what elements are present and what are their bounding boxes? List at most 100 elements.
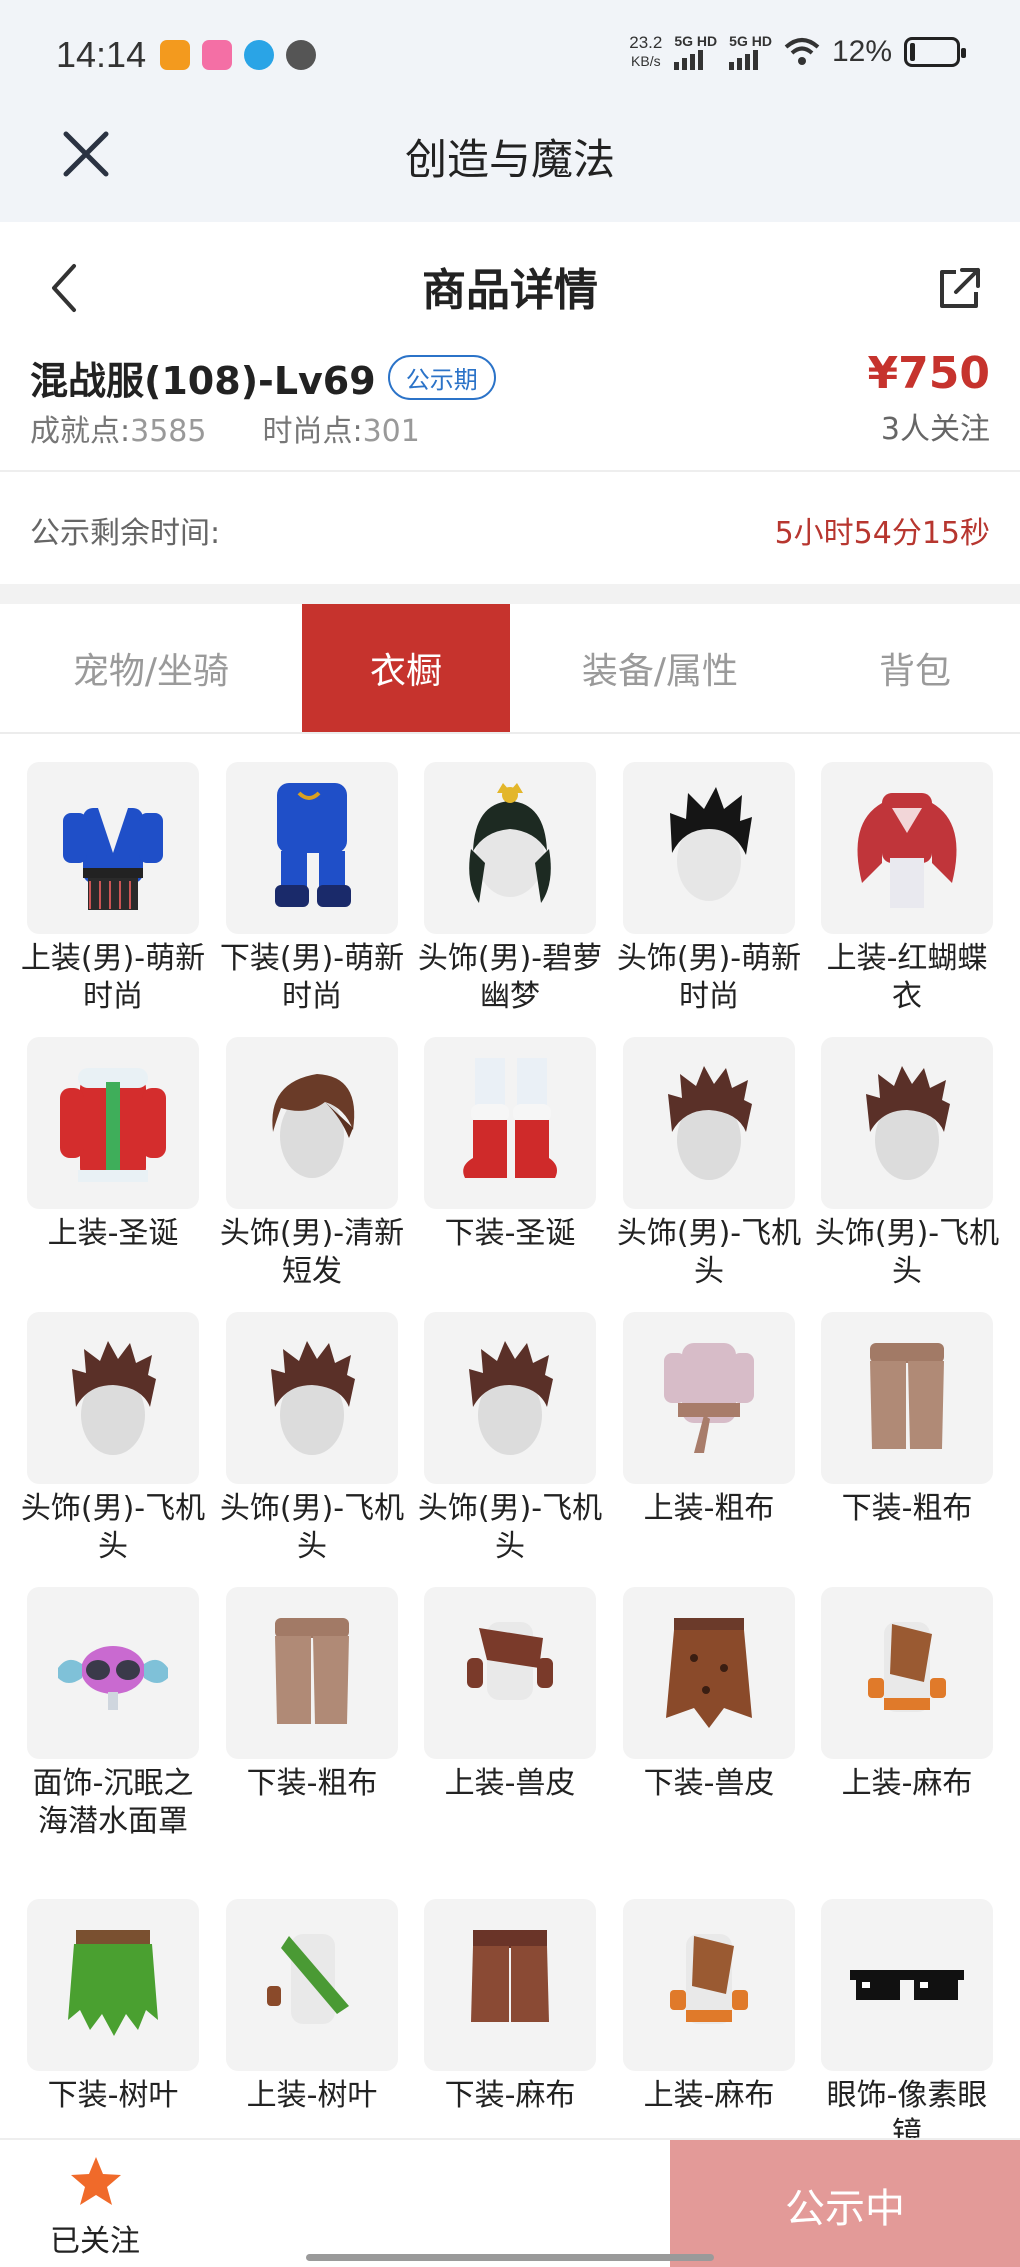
wardrobe-item[interactable]: 下装-粗布 <box>821 1312 993 1528</box>
bilibili-icon <box>202 40 232 70</box>
top-zone: 14:14 23.2 KB/s 5G HD 5G HD 12% 创造与魔法 <box>0 0 1020 222</box>
status-badge: 公示期 <box>387 355 496 400</box>
linen-shorts-icon <box>471 1930 549 2022</box>
wardrobe-item[interactable]: 头饰(男)-飞机头 <box>21 1312 205 1566</box>
pompadour-hair-icon <box>668 1066 752 1180</box>
sim2-signal: 5G HD <box>729 34 772 70</box>
tab-backpack[interactable]: 背包 <box>810 604 1020 732</box>
item-label: 头饰(男)-飞机头 <box>219 1491 405 1564</box>
item-thumbnail <box>623 1587 795 1759</box>
price: ¥750 <box>867 348 990 399</box>
wardrobe-item[interactable]: 下装-圣诞 <box>424 1037 596 1253</box>
wardrobe-item[interactable]: 头饰(男)-碧萝幽梦 <box>418 762 602 1016</box>
tab-equipment-attributes[interactable]: 装备/属性 <box>510 604 810 732</box>
net-speed-value: 23.2 <box>629 33 663 52</box>
wardrobe-item[interactable]: 上装-兽皮 <box>424 1587 596 1803</box>
message-icon <box>286 40 316 70</box>
fashion-points: 时尚点:301 <box>262 406 419 450</box>
sim1-label: 5G HD <box>674 33 718 49</box>
status-right: 23.2 KB/s 5G HD 5G HD 12% <box>629 33 966 70</box>
countdown-row: 公示剩余时间: 5小时54分15秒 <box>0 474 1020 584</box>
wardrobe-item[interactable]: 上装-圣诞 <box>27 1037 199 1253</box>
item-label: 上装-红蝴蝶衣 <box>826 941 988 1014</box>
wardrobe-item[interactable]: 头饰(男)-飞机头 <box>815 1037 999 1291</box>
wardrobe-item[interactable]: 头饰(男)-清新短发 <box>220 1037 404 1291</box>
item-thumbnail <box>821 1037 993 1209</box>
follow-button[interactable]: 已关注 <box>30 2154 160 2264</box>
wardrobe-item[interactable]: 面饰-沉眠之海潜水面罩 <box>27 1587 199 1841</box>
item-label: 上装-粗布 <box>643 1491 775 1526</box>
battery-icon <box>904 37 966 67</box>
christmas-boots-icon <box>463 1058 557 1178</box>
linen-top-icon <box>670 1934 748 2024</box>
item-label: 头饰(男)-碧萝幽梦 <box>417 941 603 1014</box>
item-label: 头饰(男)-飞机头 <box>417 1491 603 1564</box>
item-label: 上装-麻布 <box>841 1766 973 1801</box>
beast-hide-skirt-icon <box>666 1618 752 1728</box>
item-thumbnail <box>27 1312 199 1484</box>
app-header: 创造与魔法 <box>0 112 1020 222</box>
follow-label: 已关注 <box>50 2224 140 2259</box>
item-label: 面饰-沉眠之海潜水面罩 <box>32 1766 194 1839</box>
item-thumbnail <box>424 1037 596 1209</box>
leaf-skirt-icon <box>68 1930 158 2036</box>
item-label: 下装-树叶 <box>47 2078 179 2113</box>
countdown-value: 5小时54分15秒 <box>774 516 990 551</box>
tab-pets-mounts[interactable]: 宠物/坐骑 <box>0 604 302 732</box>
wardrobe-item[interactable]: 上装-麻布 <box>821 1587 993 1803</box>
wardrobe-item[interactable]: 头饰(男)-飞机头 <box>220 1312 404 1566</box>
wardrobe-item[interactable]: 上装(男)-萌新时尚 <box>21 762 205 1016</box>
wardrobe-item[interactable]: 头饰(男)-飞机头 <box>617 1037 801 1291</box>
tab-wardrobe[interactable]: 衣橱 <box>302 604 510 732</box>
product-stats: 成就点:3585 时尚点:301 <box>30 406 420 450</box>
product-info: 混战服(108)-Lv69 公示期 成就点:3585 时尚点:301 ¥750 … <box>0 342 1020 472</box>
wardrobe-item[interactable]: 上装-麻布 <box>623 1899 795 2115</box>
item-label: 下装-粗布 <box>841 1491 973 1526</box>
cloth-shorts-icon <box>275 1618 349 1724</box>
wardrobe-item[interactable]: 上装-粗布 <box>623 1312 795 1528</box>
product-name-row: 混战服(108)-Lv69 公示期 <box>30 350 496 405</box>
notification-icons <box>160 40 316 70</box>
wardrobe-item[interactable]: 头饰(男)-萌新时尚 <box>617 762 801 1016</box>
wardrobe-item[interactable]: 下装-麻布 <box>424 1899 596 2115</box>
black-hair-icon <box>670 787 752 901</box>
wardrobe-item[interactable]: 下装-兽皮 <box>623 1587 795 1803</box>
wardrobe-item[interactable]: 眼饰-像素眼镜 <box>821 1899 993 2153</box>
net-speed: 23.2 KB/s <box>629 34 662 70</box>
red-butterfly-top-icon <box>857 793 957 908</box>
bottom-bar: 已关注 公示中 <box>0 2138 1020 2267</box>
wardrobe-item[interactable]: 头饰(男)-飞机头 <box>418 1312 602 1566</box>
battery-level <box>910 43 915 61</box>
status-bar: 14:14 23.2 KB/s 5G HD 5G HD 12% <box>0 0 1020 112</box>
publicity-button[interactable]: 公示中 <box>670 2140 1020 2267</box>
wardrobe-item[interactable]: 下装-粗布 <box>226 1587 398 1803</box>
item-thumbnail <box>821 1587 993 1759</box>
fashion-value: 301 <box>362 414 420 449</box>
tab-bar: 宠物/坐骑 衣橱 装备/属性 背包 <box>0 604 1020 734</box>
item-thumbnail <box>424 1312 596 1484</box>
pompadour-hair-icon <box>469 1341 553 1455</box>
item-label: 上装-兽皮 <box>444 1766 576 1801</box>
signal-icon <box>674 48 717 70</box>
achievement-label: 成就点: <box>30 414 131 449</box>
cloth-shorts-icon <box>870 1343 944 1449</box>
wardrobe-item[interactable]: 上装-红蝴蝶衣 <box>821 762 993 1016</box>
wifi-icon <box>784 38 820 65</box>
wardrobe-item[interactable]: 下装(男)-萌新时尚 <box>220 762 404 1016</box>
item-label: 下装(男)-萌新时尚 <box>219 941 405 1014</box>
item-thumbnail <box>424 1899 596 2071</box>
share-icon[interactable] <box>934 264 984 314</box>
wardrobe-item[interactable]: 上装-树叶 <box>226 1899 398 2115</box>
brown-short-hair-icon <box>272 1074 355 1178</box>
item-label: 下装-圣诞 <box>444 1216 576 1251</box>
item-thumbnail <box>623 1312 795 1484</box>
sim2-label: 5G HD <box>729 33 772 49</box>
item-thumbnail <box>623 762 795 934</box>
achievement-value: 3585 <box>130 414 207 449</box>
item-label: 下装-麻布 <box>444 2078 576 2113</box>
cloth-top-icon <box>664 1343 754 1453</box>
item-thumbnail <box>27 1899 199 2071</box>
wardrobe-item[interactable]: 下装-树叶 <box>27 1899 199 2115</box>
item-label: 下装-粗布 <box>246 1766 378 1801</box>
follower-count: 3人关注 <box>880 412 990 447</box>
